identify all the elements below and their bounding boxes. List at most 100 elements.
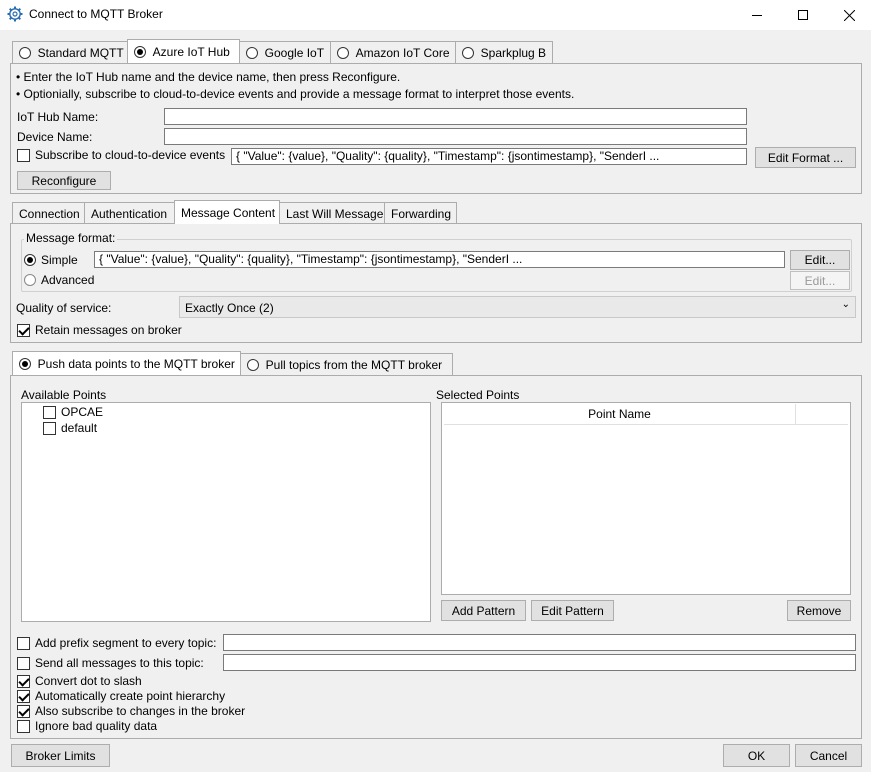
message-format-label: Message format: (24, 231, 118, 245)
tab-google-iot-radio (246, 46, 258, 59)
available-points-label: Available Points (21, 388, 107, 402)
edit-pattern-button[interactable]: Edit Pattern (531, 600, 614, 621)
window-title: Connect to MQTT Broker (29, 7, 163, 21)
instruction-1-text: Enter the IoT Hub name and the device na… (23, 70, 401, 84)
maximize-icon (798, 10, 808, 20)
convert-dot-checkbox-row[interactable]: Convert dot to slash (17, 674, 142, 688)
tab-google-iot[interactable]: Google IoT (239, 41, 331, 63)
prefix-checkbox[interactable] (17, 636, 30, 650)
send-all-label: Send all messages to this topic: (35, 656, 204, 670)
tab-amazon-iot-core-radio (337, 46, 349, 59)
tab-last-will-message[interactable]: Last Will Message (279, 202, 385, 224)
auto-hierarchy-checkbox[interactable] (17, 689, 30, 703)
close-button[interactable] (826, 0, 871, 30)
cancel-button[interactable]: Cancel (795, 744, 862, 767)
minimize-button[interactable] (734, 0, 780, 30)
tab-azure-iot-hub[interactable]: Azure IoT Hub (127, 39, 240, 63)
convert-dot-checkbox[interactable] (17, 674, 30, 688)
prefix-input[interactable] (223, 634, 856, 651)
tab-label: Push data points to the MQTT broker (37, 356, 235, 371)
hub-name-input[interactable] (164, 108, 747, 125)
tab-azure-iot-hub-radio (134, 45, 146, 58)
item-checkbox[interactable] (43, 421, 56, 435)
point-name-column-header[interactable]: Point Name (444, 404, 796, 425)
retain-checkbox[interactable] (17, 323, 30, 337)
tab-amazon-iot-core[interactable]: Amazon IoT Core (330, 41, 456, 63)
send-all-checkbox-row[interactable]: Send all messages to this topic: (17, 656, 204, 670)
retain-checkbox-row[interactable]: Retain messages on broker (17, 323, 182, 337)
subscribe-checkbox-row[interactable]: Subscribe to cloud-to-device events (17, 148, 225, 162)
tab-sparkplug-b[interactable]: Sparkplug B (455, 41, 553, 63)
push-radio (19, 357, 31, 370)
subscribe-changes-checkbox[interactable] (17, 704, 30, 718)
maximize-button[interactable] (780, 0, 826, 30)
instruction-1: • Enter the IoT Hub name and the device … (16, 70, 401, 84)
ok-button[interactable]: OK (723, 744, 790, 767)
broker-limits-button[interactable]: Broker Limits (11, 744, 110, 767)
convert-dot-label: Convert dot to slash (35, 674, 142, 688)
send-all-checkbox[interactable] (17, 656, 30, 670)
tab-authentication[interactable]: Authentication (84, 202, 175, 224)
qos-value: Exactly Once (2) (185, 301, 274, 315)
tab-label: Authentication (91, 206, 168, 221)
item-checkbox[interactable] (43, 405, 56, 419)
simple-radio-row[interactable]: Simple (24, 253, 78, 267)
device-name-label: Device Name: (17, 130, 93, 144)
ignore-bad-quality-checkbox-row[interactable]: Ignore bad quality data (17, 719, 157, 733)
device-name-input[interactable] (164, 128, 747, 145)
prefix-label: Add prefix segment to every topic: (35, 636, 217, 650)
send-all-topic-input[interactable] (223, 654, 856, 671)
tab-message-content[interactable]: Message Content (174, 200, 280, 224)
chevron-down-icon: ⌄ (841, 299, 850, 310)
advanced-radio[interactable] (24, 274, 36, 286)
list-item[interactable]: OPCAE (43, 405, 103, 419)
tab-forwarding[interactable]: Forwarding (384, 202, 457, 224)
tab-label: Standard MQTT (37, 45, 124, 60)
remove-button[interactable]: Remove (787, 600, 851, 621)
tab-standard-mqtt[interactable]: Standard MQTT (12, 41, 128, 63)
simple-radio[interactable] (24, 254, 36, 266)
tab-label: Connection (19, 206, 80, 221)
close-icon (843, 9, 855, 21)
available-points-tree[interactable]: OPCAE default (21, 402, 431, 622)
tab-sparkplug-b-radio (462, 46, 474, 59)
subscribe-changes-label: Also subscribe to changes in the broker (35, 704, 246, 718)
title-bar: Connect to MQTT Broker (0, 0, 871, 30)
event-format-input[interactable]: { "Value": {value}, "Quality": {quality}… (231, 148, 747, 165)
reconfigure-button[interactable]: Reconfigure (17, 171, 111, 190)
tab-connection[interactable]: Connection (12, 202, 85, 224)
tab-label: Sparkplug B (480, 45, 547, 60)
subscribe-checkbox[interactable] (17, 148, 30, 162)
auto-hierarchy-checkbox-row[interactable]: Automatically create point hierarchy (17, 689, 225, 703)
item-label: OPCAE (61, 405, 104, 419)
item-label: default (61, 421, 98, 435)
selected-points-label: Selected Points (436, 388, 520, 402)
tab-label: Last Will Message (286, 206, 384, 221)
tab-label: Azure IoT Hub (152, 44, 230, 59)
minimize-icon (752, 15, 762, 16)
instruction-2: • Optionially, subscribe to cloud-to-dev… (16, 87, 575, 101)
advanced-label: Advanced (41, 273, 95, 287)
prefix-checkbox-row[interactable]: Add prefix segment to every topic: (17, 636, 216, 650)
advanced-edit-button[interactable]: Edit... (790, 271, 850, 290)
tab-label: Forwarding (391, 206, 452, 221)
simple-label: Simple (41, 253, 78, 267)
tab-push-data-points[interactable]: Push data points to the MQTT broker (12, 351, 241, 375)
edit-format-button[interactable]: Edit Format ... (755, 147, 856, 168)
list-item[interactable]: default (43, 421, 97, 435)
advanced-radio-row[interactable]: Advanced (24, 273, 94, 287)
point-name-header-label: Point Name (588, 407, 651, 421)
subscribe-changes-checkbox-row[interactable]: Also subscribe to changes in the broker (17, 704, 245, 718)
ignore-bad-quality-checkbox[interactable] (17, 719, 30, 733)
qos-select[interactable]: Exactly Once (2) ⌄ (179, 296, 856, 318)
tab-pull-topics[interactable]: Pull topics from the MQTT broker (240, 353, 453, 375)
hub-name-label: IoT Hub Name: (17, 110, 99, 124)
subscribe-label: Subscribe to cloud-to-device events (35, 148, 226, 162)
simple-edit-button[interactable]: Edit... (790, 250, 850, 270)
selected-points-grid[interactable]: Point Name (441, 402, 851, 595)
add-pattern-button[interactable]: Add Pattern (441, 600, 526, 621)
tab-label: Message Content (181, 205, 276, 220)
tab-label: Amazon IoT Core (355, 45, 450, 60)
tab-standard-mqtt-radio (19, 46, 31, 59)
simple-format-input[interactable]: { "Value": {value}, "Quality": {quality}… (94, 251, 785, 268)
